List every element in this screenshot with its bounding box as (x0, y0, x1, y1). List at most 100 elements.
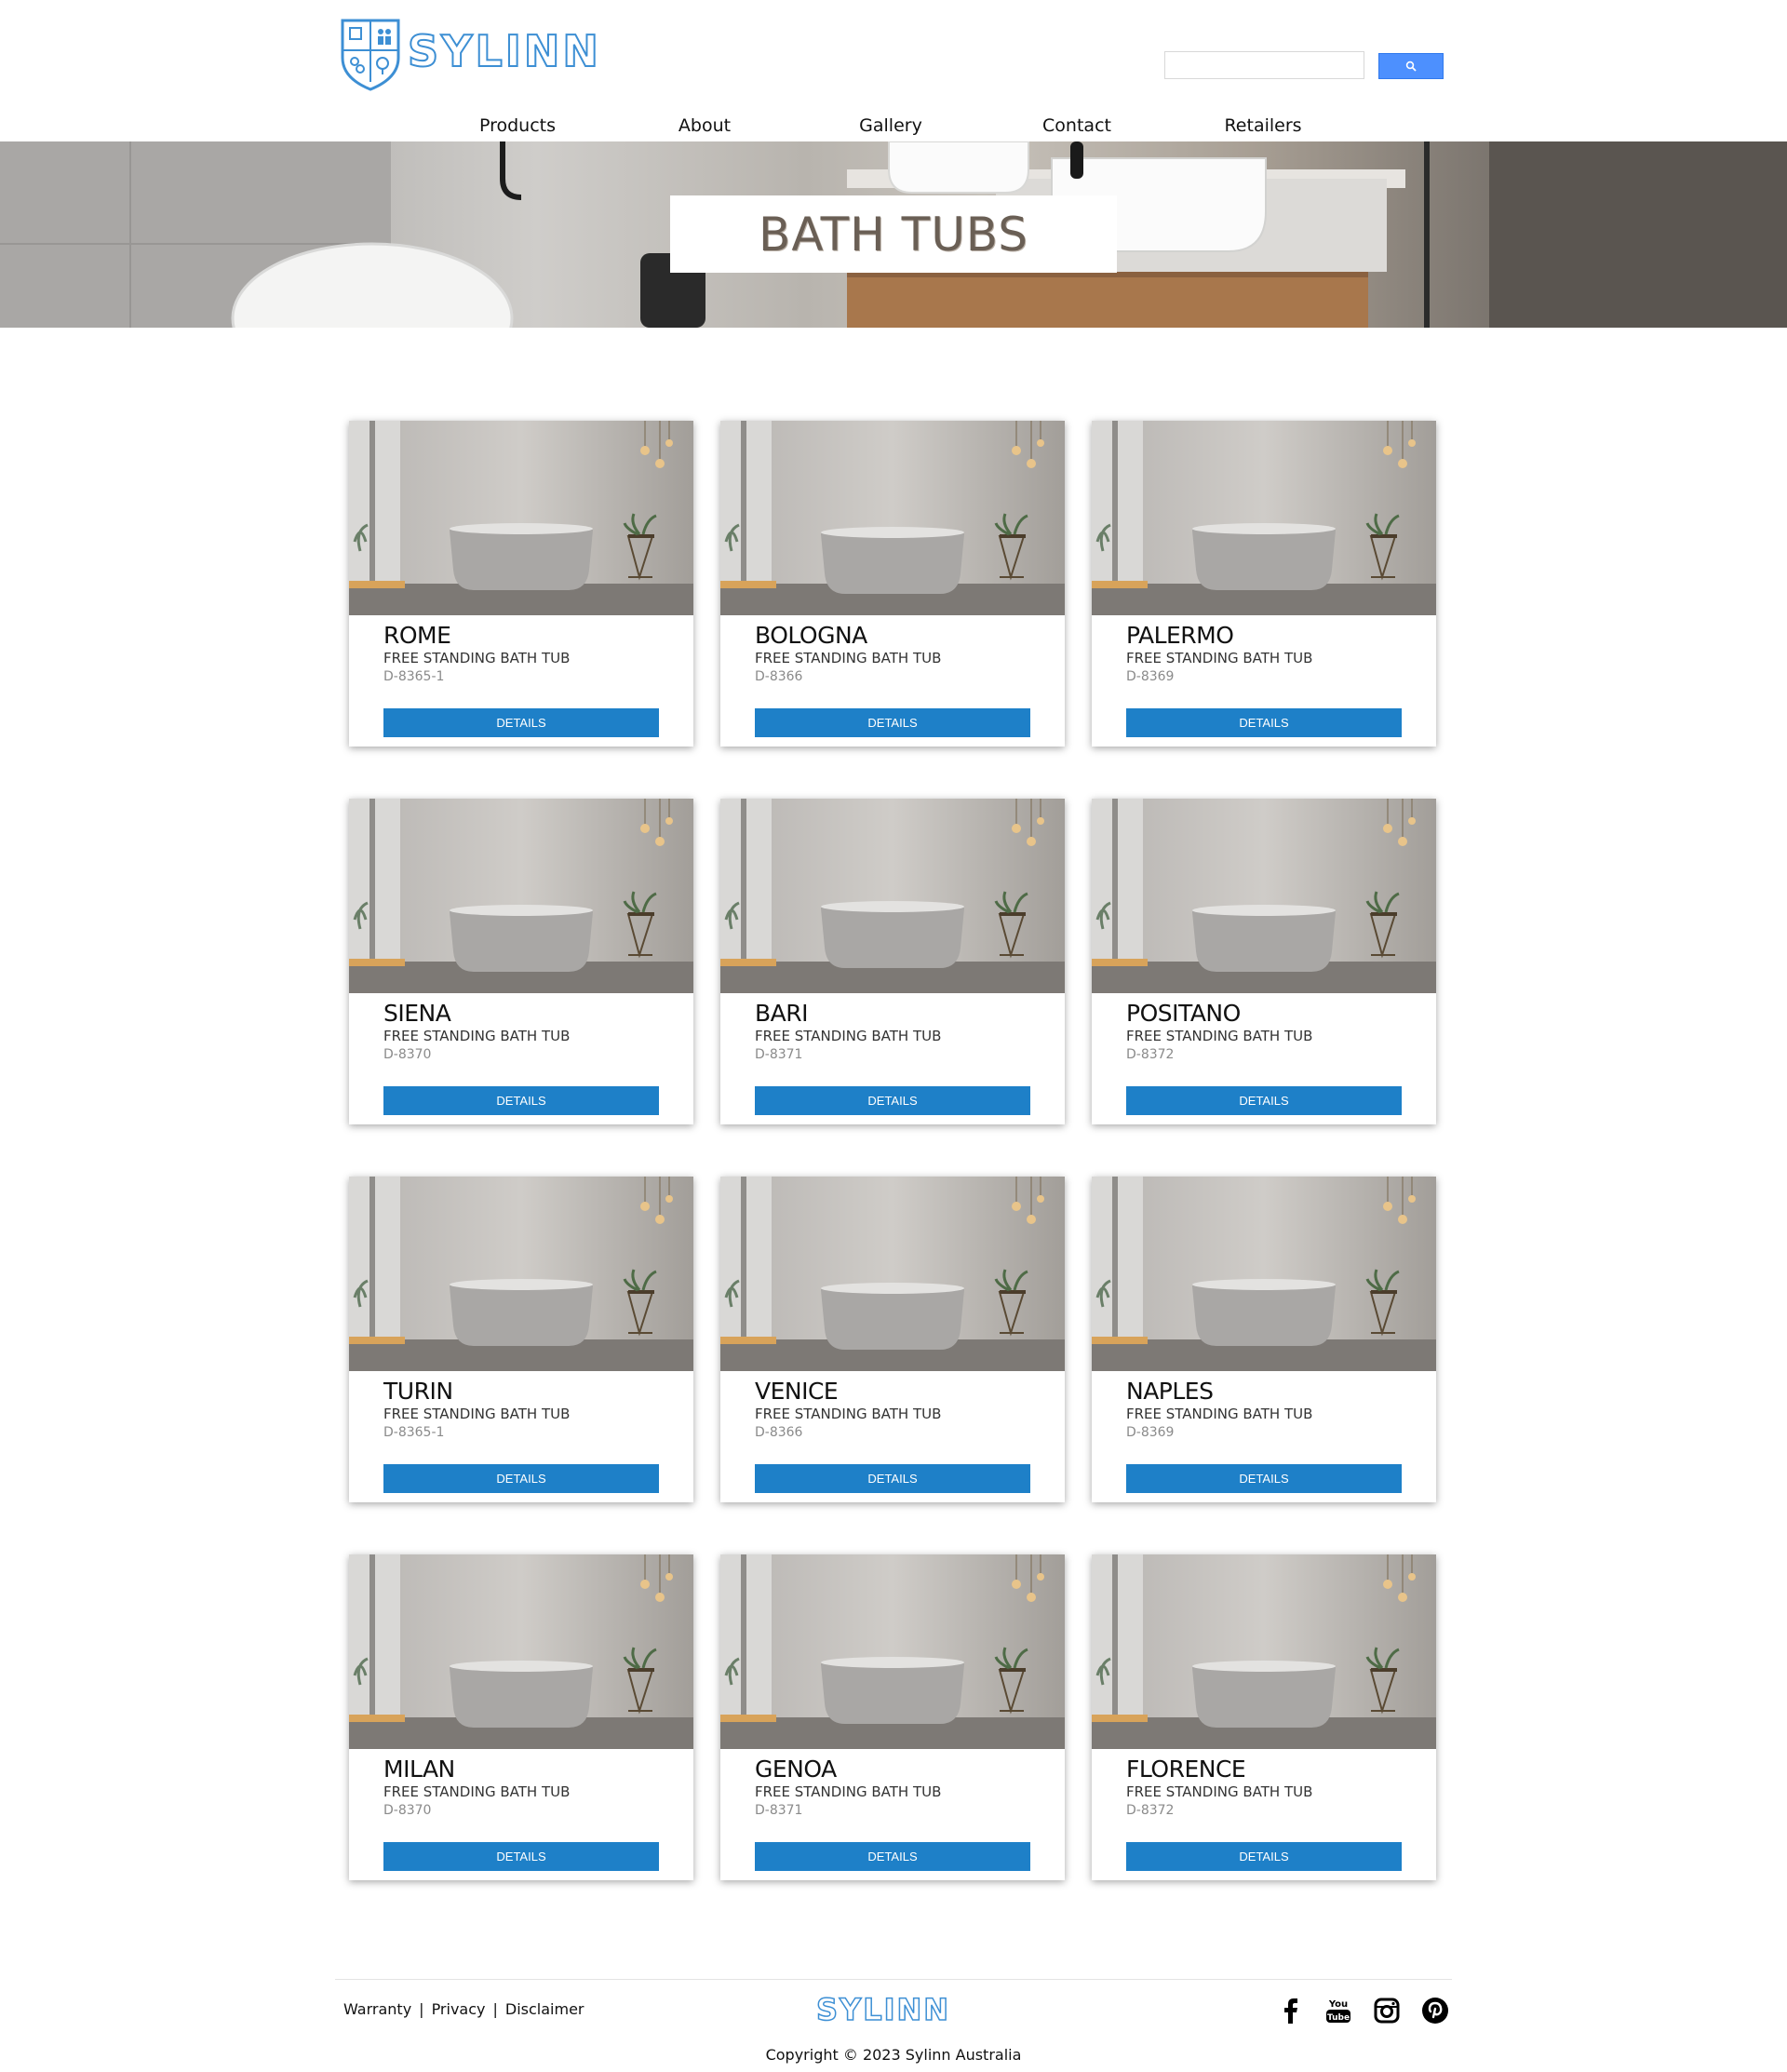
search-input[interactable] (1164, 51, 1364, 79)
product-code: D-8370 (383, 1047, 432, 1062)
product-type: FREE STANDING BATH TUB (755, 650, 942, 666)
product-type: FREE STANDING BATH TUB (755, 1406, 942, 1422)
product-code: D-8366 (755, 1425, 803, 1440)
product-code: D-8372 (1126, 1803, 1175, 1818)
instagram-icon[interactable] (1372, 1996, 1402, 2025)
youtube-icon[interactable]: You Tube (1323, 1996, 1353, 2025)
product-type: FREE STANDING BATH TUB (755, 1783, 942, 1800)
warranty-link[interactable]: Warranty (343, 2000, 411, 2018)
svg-text:Tube: Tube (1327, 2013, 1350, 2023)
product-card: BOLOGNA FREE STANDING BATH TUB D-8366 DETAI… (720, 421, 1065, 747)
main-nav: Products About Gallery Contact Retailers (0, 112, 1787, 141)
product-code: D-8369 (1126, 1425, 1175, 1440)
footer-divider (335, 1979, 1452, 1980)
product-image (720, 799, 1065, 993)
product-code: D-8365-1 (383, 669, 445, 684)
disclaimer-link[interactable]: Disclaimer (505, 2000, 584, 2018)
details-button[interactable]: DETAILS (1126, 1086, 1402, 1115)
product-type: FREE STANDING BATH TUB (1126, 1406, 1313, 1422)
product-image (349, 421, 693, 615)
details-button[interactable]: DETAILS (1126, 1464, 1402, 1493)
pinterest-icon[interactable] (1420, 1996, 1450, 2025)
product-code: D-8365-1 (383, 1425, 445, 1440)
footer-logo[interactable]: SYLINN (815, 1991, 950, 2028)
details-button[interactable]: DETAILS (755, 1086, 1030, 1115)
product-type: FREE STANDING BATH TUB (1126, 1028, 1313, 1044)
product-name: TURIN (383, 1378, 453, 1405)
svg-text:You: You (1328, 1999, 1348, 2010)
product-card: ROME FREE STANDING BATH TUB D-8365-1 DETAIL… (349, 421, 693, 747)
nav-item-products[interactable]: Products (479, 115, 556, 136)
details-button[interactable]: DETAILS (1126, 1842, 1402, 1871)
product-image (720, 1554, 1065, 1749)
product-image (1092, 421, 1436, 615)
product-card: POSITANO FREE STANDING BATH TUB D-8372 DETA… (1092, 799, 1436, 1124)
product-image (1092, 1177, 1436, 1371)
product-name: FLORENCE (1126, 1756, 1246, 1783)
details-button[interactable]: DETAILS (1126, 708, 1402, 737)
product-code: D-8372 (1126, 1047, 1175, 1062)
product-card: SIENA FREE STANDING BATH TUB D-8370 DETAILS (349, 799, 693, 1124)
product-type: FREE STANDING BATH TUB (1126, 650, 1313, 666)
link-separator: | (419, 2000, 424, 2018)
shield-logo-icon (341, 19, 400, 91)
product-image (349, 1177, 693, 1371)
site-header: SYLINN Products About Gallery Contact Re… (0, 0, 1787, 141)
details-button[interactable]: DETAILS (383, 1464, 659, 1493)
product-code: D-8370 (383, 1803, 432, 1818)
product-card: NAPLES FREE STANDING BATH TUB D-8369 DETAIL… (1092, 1177, 1436, 1502)
footer-links: Warranty | Privacy | Disclaimer (343, 2000, 584, 2018)
product-type: FREE STANDING BATH TUB (383, 1406, 571, 1422)
product-image (1092, 1554, 1436, 1749)
privacy-link[interactable]: Privacy (432, 2000, 486, 2018)
product-name: NAPLES (1126, 1378, 1214, 1405)
nav-item-contact[interactable]: Contact (1042, 115, 1111, 136)
product-image (1092, 799, 1436, 993)
nav-item-about[interactable]: About (679, 115, 731, 136)
product-image (720, 421, 1065, 615)
product-name: PALERMO (1126, 622, 1234, 649)
facebook-icon[interactable] (1275, 1996, 1305, 2025)
product-name: ROME (383, 622, 451, 649)
product-card: GENOA FREE STANDING BATH TUB D-8371 DETAILS (720, 1554, 1065, 1880)
product-type: FREE STANDING BATH TUB (755, 1028, 942, 1044)
product-card: VENICE FREE STANDING BATH TUB D-8366 DETAIL… (720, 1177, 1065, 1502)
details-button[interactable]: DETAILS (383, 708, 659, 737)
product-name: VENICE (755, 1378, 839, 1405)
product-card: TURIN FREE STANDING BATH TUB D-8365-1 DETAI… (349, 1177, 693, 1502)
product-name: BARI (755, 1000, 809, 1027)
product-image (349, 799, 693, 993)
product-type: FREE STANDING BATH TUB (383, 1783, 571, 1800)
product-card: PALERMO FREE STANDING BATH TUB D-8369 DETAI… (1092, 421, 1436, 747)
search-button[interactable] (1378, 53, 1444, 79)
product-type: FREE STANDING BATH TUB (383, 1028, 571, 1044)
product-code: D-8371 (755, 1803, 803, 1818)
product-name: POSITANO (1126, 1000, 1241, 1027)
details-button[interactable]: DETAILS (755, 708, 1030, 737)
nav-item-retailers[interactable]: Retailers (1224, 115, 1301, 136)
details-button[interactable]: DETAILS (755, 1842, 1030, 1871)
product-type: FREE STANDING BATH TUB (383, 650, 571, 666)
copyright-text: Copyright © 2023 Sylinn Australia (765, 2046, 1022, 2064)
product-code: D-8366 (755, 669, 803, 684)
product-card: MILAN FREE STANDING BATH TUB D-8370 DETAILS (349, 1554, 693, 1880)
product-name: MILAN (383, 1756, 455, 1783)
details-button[interactable]: DETAILS (755, 1464, 1030, 1493)
hero-title-box: BATH TUBS (670, 195, 1117, 273)
site-logo[interactable]: SYLINN (339, 17, 599, 93)
product-code: D-8369 (1126, 669, 1175, 684)
hero-banner: BATH TUBS (0, 141, 1787, 328)
link-separator: | (492, 2000, 498, 2018)
product-name: BOLOGNA (755, 622, 867, 649)
product-name: GENOA (755, 1756, 837, 1783)
product-card: FLORENCE FREE STANDING BATH TUB D-8372 DETA… (1092, 1554, 1436, 1880)
logo-wordmark: SYLINN (407, 26, 601, 76)
product-image (349, 1554, 693, 1749)
product-code: D-8371 (755, 1047, 803, 1062)
details-button[interactable]: DETAILS (383, 1086, 659, 1115)
product-image (720, 1177, 1065, 1371)
product-card: BARI FREE STANDING BATH TUB D-8371 DETAILS (720, 799, 1065, 1124)
product-type: FREE STANDING BATH TUB (1126, 1783, 1313, 1800)
nav-item-gallery[interactable]: Gallery (859, 115, 922, 136)
details-button[interactable]: DETAILS (383, 1842, 659, 1871)
